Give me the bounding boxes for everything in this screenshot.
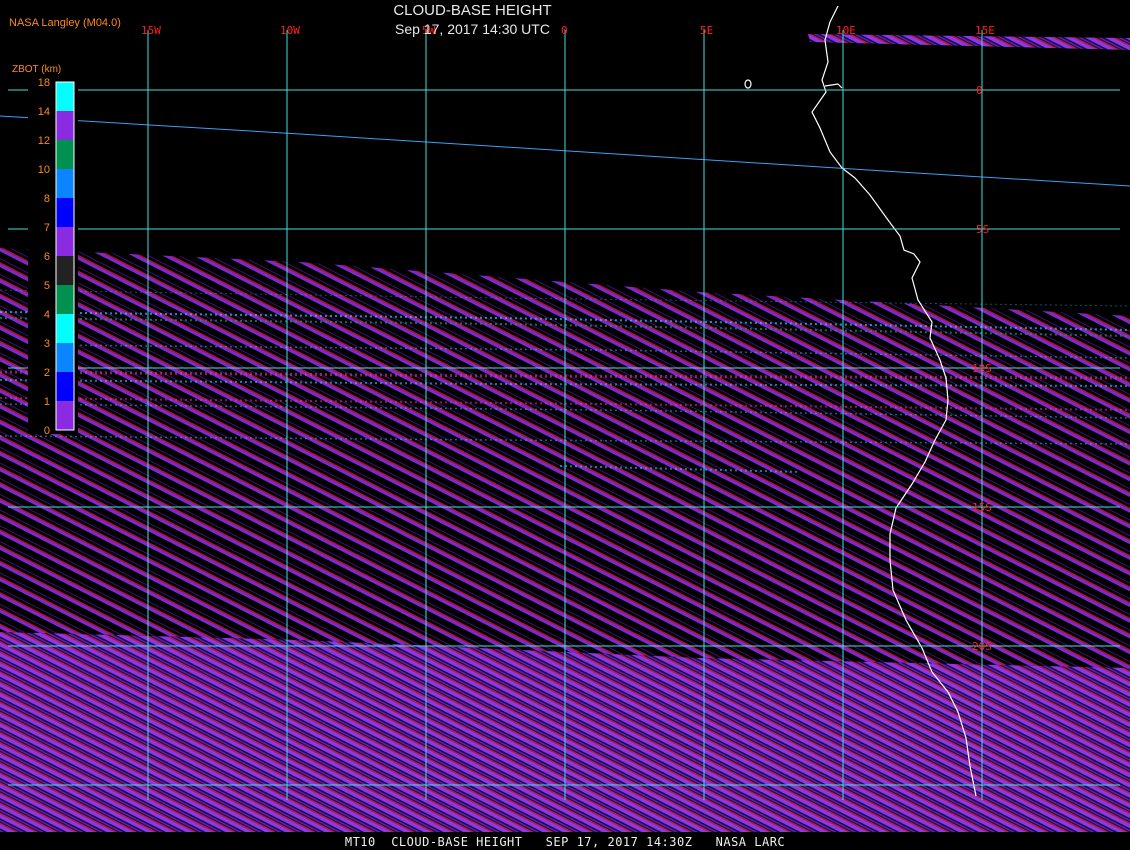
lat-label-0: 0	[976, 84, 983, 97]
legend-color-bar	[55, 81, 75, 431]
legend-swatch	[56, 111, 74, 140]
legend-tick-label: 12	[38, 135, 50, 147]
legend-tick-label: 7	[44, 222, 50, 234]
legend-tick-label: 2	[44, 367, 50, 379]
legend-label: ZBOT (km)	[12, 64, 61, 75]
legend-tick-label: 18	[38, 77, 50, 89]
footer-caption: MT10 CLOUD-BASE HEIGHT SEP 17, 2017 14:3…	[344, 835, 786, 849]
legend-tick-label: 1	[44, 396, 50, 408]
legend-tick-label: 6	[44, 251, 50, 263]
map-timestamp: Sep 17, 2017 14:30 UTC	[395, 21, 550, 37]
lat-label-5s: 5S	[976, 223, 989, 236]
legend-swatch	[56, 372, 74, 401]
legend-swatch	[56, 82, 74, 111]
legend-tick-label: 10	[38, 164, 50, 176]
legend-tick-label: 5	[44, 280, 50, 292]
lat-label-20s: 20S	[972, 640, 992, 653]
legend-swatch	[56, 140, 74, 169]
legend-tick-label: 14	[38, 106, 50, 118]
map-title: CLOUD-BASE HEIGHT	[393, 2, 552, 19]
legend-swatch	[56, 401, 74, 430]
legend-swatch	[56, 198, 74, 227]
lat-label-15s: 15S	[972, 501, 992, 514]
cloud-base-height-map: 15W 10W 5W 0 5E 10E 15E 0 5S 10S 15S 20S…	[0, 0, 1130, 850]
legend-swatch	[56, 227, 74, 256]
legend-swatch	[56, 169, 74, 198]
lat-label-10s: 10S	[972, 362, 992, 375]
legend-swatch	[56, 256, 74, 285]
legend-tick-label: 4	[44, 309, 50, 321]
legend-tick-label: 3	[44, 338, 50, 350]
lon-label-15e: 15E	[975, 24, 995, 37]
legend-tick-label: 8	[44, 193, 50, 205]
legend-swatch	[56, 314, 74, 343]
legend-swatch	[56, 285, 74, 314]
legend-tick-label: 0	[44, 425, 50, 437]
legend-swatch	[56, 343, 74, 372]
